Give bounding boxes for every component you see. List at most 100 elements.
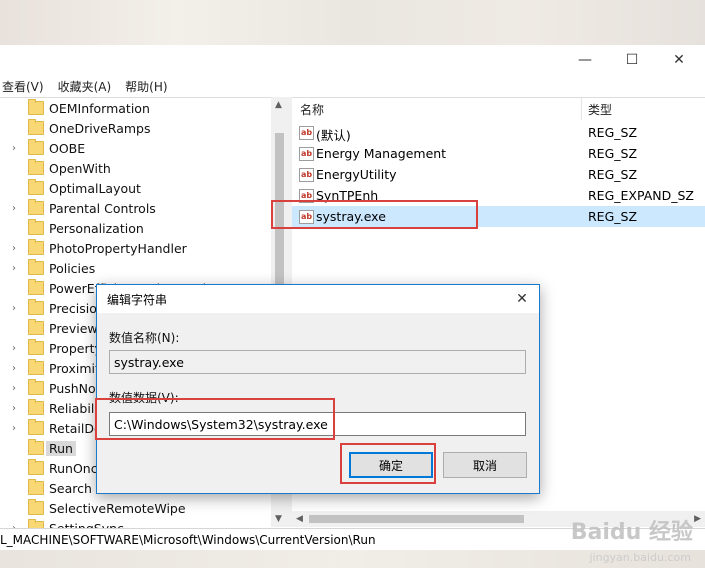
- value-name-label: 数值名称(N):: [109, 331, 180, 345]
- folder-icon: [28, 179, 44, 195]
- value-type: REG_SZ: [588, 146, 638, 161]
- folder-icon: [28, 519, 44, 528]
- expand-chevron-icon[interactable]: ›: [12, 343, 20, 354]
- string-value-icon: ab: [299, 147, 314, 161]
- tree-item-label: OpenWith: [49, 160, 111, 176]
- tree-item-label: OptimalLayout: [49, 180, 141, 196]
- folder-icon: [28, 499, 44, 515]
- tree-item-label: Parental Controls: [49, 200, 156, 216]
- expand-chevron-icon[interactable]: ›: [12, 383, 20, 394]
- list-row[interactable]: ab EnergyUtility REG_SZ: [292, 164, 705, 185]
- folder-icon: [28, 219, 44, 235]
- value-data-field[interactable]: [109, 412, 526, 436]
- tree-item[interactable]: › Policies: [0, 258, 270, 278]
- string-value-icon: ab: [299, 168, 314, 182]
- column-header-name[interactable]: 名称: [300, 98, 324, 120]
- folder-icon: [28, 259, 44, 275]
- expand-chevron-icon[interactable]: ›: [12, 303, 20, 314]
- tree-item-label: Policies: [49, 260, 96, 276]
- ok-button[interactable]: 确定: [349, 452, 433, 478]
- tree-item-label: SettingSync: [49, 520, 124, 529]
- folder-icon: [28, 199, 44, 215]
- folder-icon: [28, 459, 44, 475]
- scroll-right-icon[interactable]: ▶: [694, 514, 701, 524]
- expand-chevron-icon[interactable]: ›: [12, 403, 20, 414]
- scroll-left-icon[interactable]: ◀: [296, 514, 303, 524]
- tree-item-label: PhotoPropertyHandler: [49, 240, 187, 256]
- tree-item[interactable]: OneDriveRamps: [0, 118, 270, 138]
- tree-item-label: OneDriveRamps: [49, 120, 151, 136]
- watermark-logo: Baidu 经验: [570, 520, 693, 545]
- expand-chevron-icon[interactable]: ›: [12, 363, 20, 374]
- registry-path: L_MACHINE\SOFTWARE\Microsoft\Windows\Cur…: [0, 533, 376, 547]
- tree-item-label: Personalization: [49, 220, 144, 236]
- tree-item-label: OEMInformation: [49, 100, 150, 116]
- folder-icon: [28, 279, 44, 295]
- folder-icon: [28, 139, 44, 155]
- tree-item[interactable]: OptimalLayout: [0, 178, 270, 198]
- tree-item[interactable]: › PhotoPropertyHandler: [0, 238, 270, 258]
- minimize-icon[interactable]: —: [562, 45, 608, 75]
- maximize-icon[interactable]: ☐: [609, 45, 655, 75]
- dialog-titlebar: 编辑字符串: [97, 285, 539, 313]
- folder-icon: [28, 439, 44, 455]
- folder-icon: [28, 479, 44, 495]
- value-name: systray.exe: [316, 209, 386, 224]
- edit-string-dialog: 编辑字符串 ✕ 数值名称(N): 数值数据(V): 确定 取消: [96, 284, 540, 494]
- scroll-up-icon[interactable]: ▲: [275, 100, 282, 110]
- folder-icon: [28, 379, 44, 395]
- list-row[interactable]: ab Energy Management REG_SZ: [292, 143, 705, 164]
- dialog-close-icon[interactable]: ✕: [511, 288, 533, 310]
- folder-icon: [28, 99, 44, 115]
- folder-icon: [28, 119, 44, 135]
- menu-bar: 查看(V) 收藏夹(A) 帮助(H): [0, 75, 705, 97]
- tree-item[interactable]: SelectiveRemoteWipe: [0, 498, 270, 518]
- folder-icon: [28, 299, 44, 315]
- watermark-url: jingyan.baidu.com: [589, 551, 691, 564]
- tree-item[interactable]: › SettingSync: [0, 518, 270, 528]
- list-row[interactable]: ab (默认) REG_SZ: [292, 122, 705, 143]
- folder-icon: [28, 399, 44, 415]
- column-header-type[interactable]: 类型: [588, 98, 612, 120]
- folder-icon: [28, 319, 44, 335]
- menu-help[interactable]: 帮助(H): [125, 78, 167, 95]
- folder-icon: [28, 239, 44, 255]
- value-type: REG_SZ: [588, 209, 638, 224]
- menu-favorites[interactable]: 收藏夹(A): [58, 78, 112, 95]
- tree-item[interactable]: OpenWith: [0, 158, 270, 178]
- value-name-field[interactable]: [109, 350, 526, 374]
- folder-icon: [28, 359, 44, 375]
- list-scroll-thumb[interactable]: [309, 515, 524, 523]
- value-type: REG_SZ: [588, 167, 638, 182]
- tree-item-label: OOBE: [49, 140, 86, 156]
- tree-item[interactable]: › OOBE: [0, 138, 270, 158]
- tree-item-label: Search: [49, 480, 92, 496]
- cancel-button[interactable]: 取消: [443, 452, 527, 478]
- value-type: REG_EXPAND_SZ: [588, 188, 694, 203]
- expand-chevron-icon[interactable]: ›: [12, 263, 20, 274]
- expand-chevron-icon[interactable]: ›: [12, 423, 20, 434]
- value-name: Energy Management: [316, 146, 447, 161]
- close-icon[interactable]: ✕: [656, 45, 702, 75]
- scroll-down-icon[interactable]: ▼: [275, 514, 282, 524]
- tree-item-label: Run: [46, 440, 76, 456]
- folder-icon: [28, 339, 44, 355]
- tree-item[interactable]: OEMInformation: [0, 98, 270, 118]
- expand-chevron-icon[interactable]: ›: [12, 203, 20, 214]
- list-row[interactable]: ab systray.exe REG_SZ: [292, 206, 705, 227]
- value-name: (默认): [316, 128, 351, 143]
- value-name: SynTPEnh: [316, 188, 379, 203]
- string-value-icon: ab: [299, 210, 314, 224]
- expand-chevron-icon[interactable]: ›: [12, 243, 20, 254]
- tree-item[interactable]: Personalization: [0, 218, 270, 238]
- folder-icon: [28, 419, 44, 435]
- list-row[interactable]: ab SynTPEnh REG_EXPAND_SZ: [292, 185, 705, 206]
- folder-icon: [28, 159, 44, 175]
- tree-item[interactable]: › Parental Controls: [0, 198, 270, 218]
- menu-view[interactable]: 查看(V): [2, 78, 44, 95]
- string-value-icon: ab: [299, 189, 314, 203]
- expand-chevron-icon[interactable]: ›: [12, 143, 20, 154]
- column-separator[interactable]: [581, 98, 582, 120]
- string-value-icon: ab: [299, 126, 314, 140]
- background-blur-top: [0, 0, 705, 45]
